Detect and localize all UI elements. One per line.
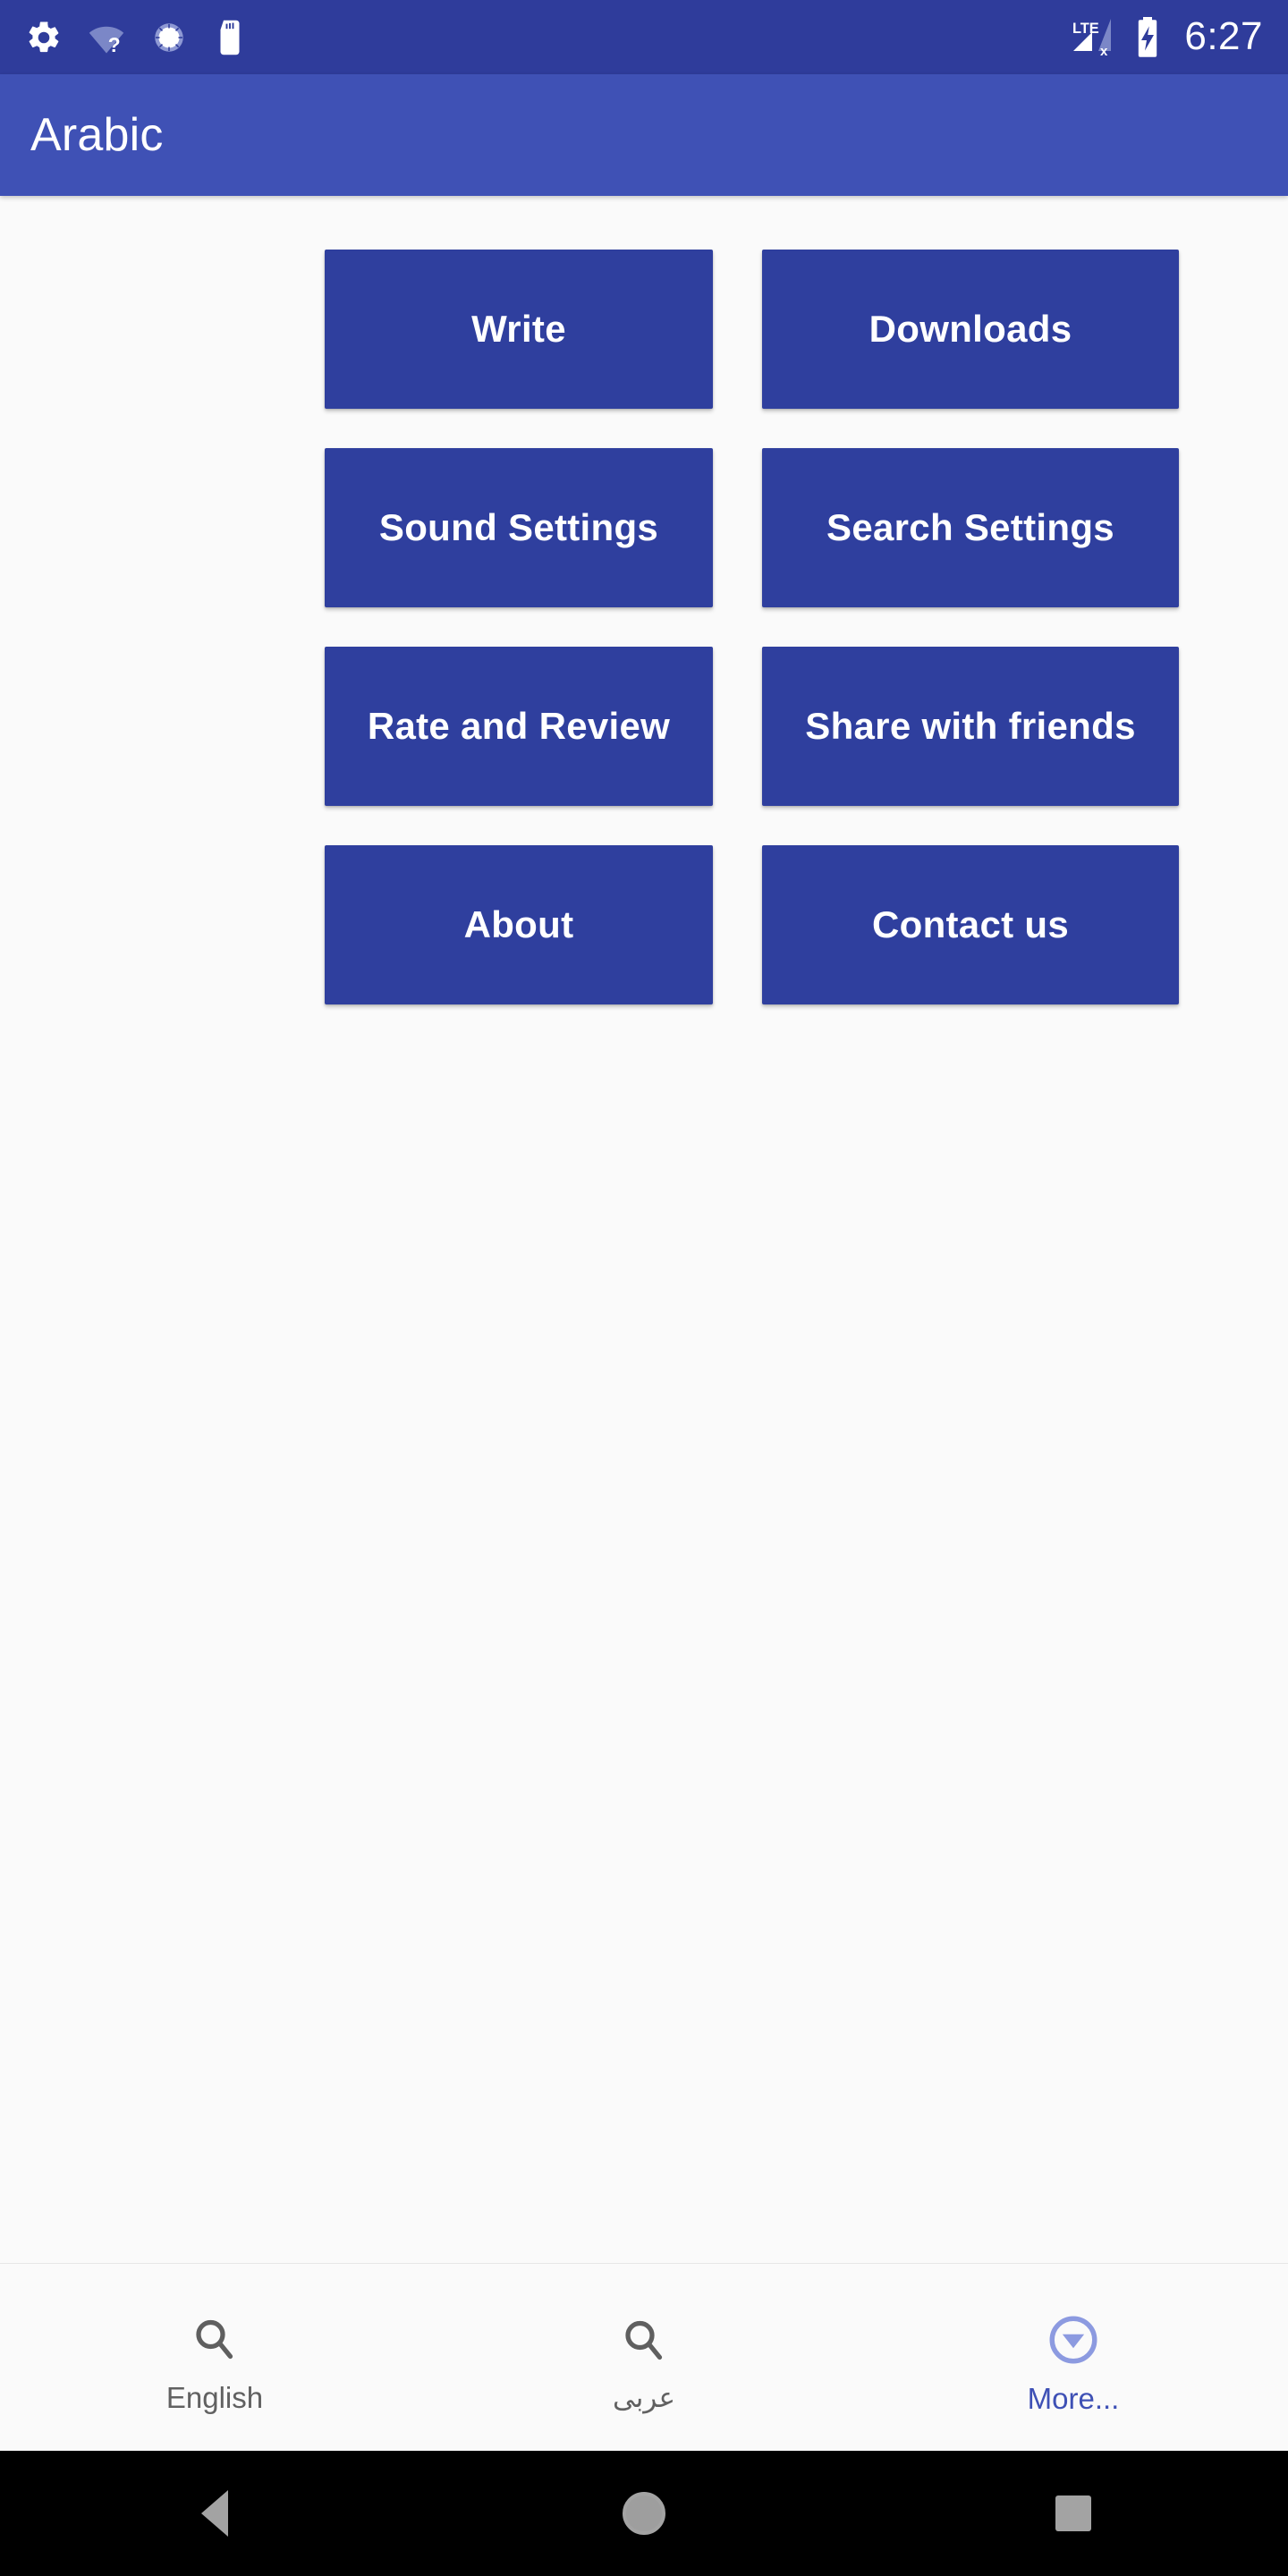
svg-text:?: ?: [108, 32, 121, 55]
status-bar-clock: 6:27: [1184, 13, 1263, 58]
home-button[interactable]: [572, 2451, 716, 2576]
svg-text:LTE: LTE: [1072, 21, 1099, 37]
sd-card-icon: [220, 20, 240, 55]
svg-text:x: x: [1100, 44, 1108, 58]
recents-button[interactable]: [1002, 2451, 1145, 2576]
rate-and-review-button[interactable]: Rate and Review: [325, 647, 713, 806]
more-circle-down-icon: [1049, 2316, 1097, 2364]
bottom-navigation: English عربى More...: [0, 2263, 1288, 2451]
bottom-nav-label-english: English: [165, 2381, 264, 2414]
lte-signal-no-service-icon: LTE x: [1072, 18, 1112, 58]
write-button[interactable]: Write: [325, 250, 713, 409]
search-icon: [196, 2319, 233, 2360]
battery-charging-icon: [1139, 16, 1157, 57]
home-circle-icon: [623, 2492, 665, 2535]
android-screen: ? LTE x 6:27 Arabic Write Downloads Soun…: [0, 0, 1288, 2576]
about-button[interactable]: About: [325, 845, 713, 1004]
bottom-nav-item-english[interactable]: English: [0, 2264, 429, 2451]
search-icon: [625, 2320, 663, 2360]
back-triangle-icon: [201, 2490, 228, 2537]
status-bar-left-icons: ?: [25, 19, 247, 56]
downloads-button[interactable]: Downloads: [762, 250, 1179, 409]
status-bar-right-icons: LTE x 6:27: [1072, 13, 1263, 58]
settings-gear-icon: [29, 21, 59, 52]
bottom-nav-item-arabic[interactable]: عربى: [429, 2264, 859, 2451]
system-navigation-bar: [0, 2451, 1288, 2576]
contact-us-button[interactable]: Contact us: [762, 845, 1179, 1004]
back-button[interactable]: [143, 2451, 286, 2576]
app-bar: Arabic: [0, 74, 1288, 196]
menu-button-grid: Write Downloads Sound Settings Search Se…: [216, 250, 1287, 1004]
sound-settings-button[interactable]: Sound Settings: [325, 448, 713, 607]
recents-square-icon: [1055, 2496, 1091, 2531]
bottom-nav-label-more: More...: [1027, 2382, 1120, 2415]
bottom-nav-item-more[interactable]: More...: [859, 2264, 1288, 2451]
share-with-friends-button[interactable]: Share with friends: [762, 647, 1179, 806]
page-title: Arabic: [30, 109, 164, 161]
main-content: Write Downloads Sound Settings Search Se…: [0, 196, 1288, 2263]
status-bar: ? LTE x 6:27: [0, 0, 1288, 74]
bottom-nav-label-arabic: عربى: [612, 2382, 676, 2413]
sync-circle-icon: [155, 22, 183, 52]
search-settings-button[interactable]: Search Settings: [762, 448, 1179, 607]
wifi-unknown-icon: ?: [89, 26, 124, 55]
